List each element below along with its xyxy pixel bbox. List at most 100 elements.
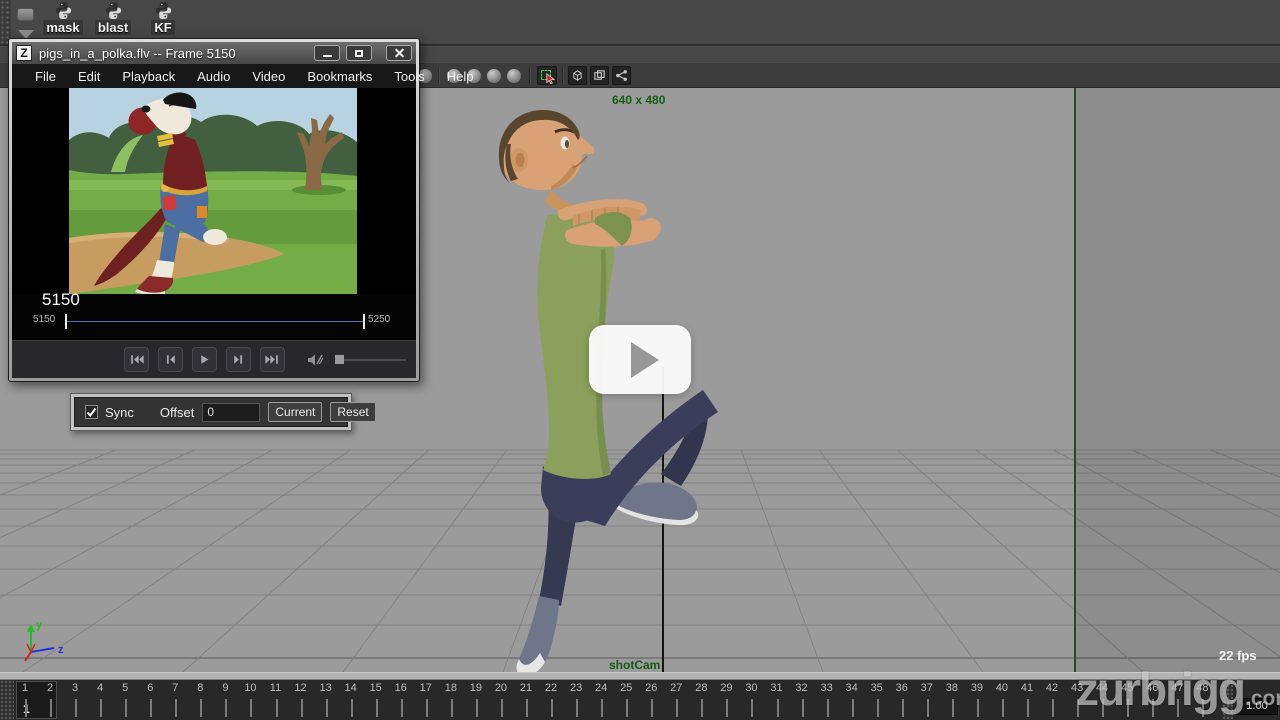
timeline-tick [977,699,979,717]
timeline-frame-number: 5 [112,682,138,694]
close-button[interactable] [386,45,412,61]
timeline-tick [1127,699,1129,717]
timeline-tick [476,699,478,717]
mute-speaker-icon[interactable] [307,353,323,367]
maximize-button[interactable] [346,45,372,61]
menu-item-help[interactable]: Help [436,69,485,84]
shelf-button-KF[interactable]: KF [142,1,184,35]
axis-y-label: y [36,619,43,631]
playback-speed-field[interactable]: 1.00 [1236,698,1278,715]
snap-surface-icon[interactable] [507,69,521,83]
timeline-frame-number: 47 [1164,682,1190,694]
shelf-button-blast[interactable]: blast [92,1,134,35]
timeline-frame-number: 41 [1014,682,1040,694]
timeline-frame-number: 45 [1114,682,1140,694]
maya-application: mask blast KF [0,0,1280,720]
timeline-frame-number: 27 [663,682,689,694]
play-button[interactable] [192,347,217,372]
player-titlebar[interactable]: Z pigs_in_a_polka.flv -- Frame 5150 [12,42,416,64]
resolution-gate-border [1074,88,1076,672]
timeline-tick [1102,699,1104,717]
player-frame-info: 5150 5150 5250 [12,294,416,340]
menu-item-edit[interactable]: Edit [67,69,111,84]
timeline-tick [877,699,879,717]
reset-button[interactable]: Reset [330,402,375,422]
maximize-icon [355,50,363,57]
timeline-tick [301,699,303,717]
current-button[interactable]: Current [268,402,322,422]
timeline-frame-number: 16 [388,682,414,694]
timeline-tick [376,699,378,717]
transport-buttons [124,347,285,372]
shelf-button-mask[interactable]: mask [42,1,84,35]
timeline-tick [1077,699,1079,717]
shelf-tab-button[interactable] [17,8,34,21]
timeline-tick [551,699,553,717]
sync-checkbox[interactable] [85,405,98,419]
timeline-frame-number: 7 [162,682,188,694]
timeline-frame-number: 28 [688,682,714,694]
python-icon [154,1,173,20]
timeline-frame-number: 6 [137,682,163,694]
timeline-tick [125,699,127,717]
timeline-frame-number: 17 [413,682,439,694]
snap-point-icon[interactable] [487,69,501,83]
volume-slider-track[interactable] [344,359,406,361]
player-menu-bar: FileEditPlaybackAudioVideoBookmarksTools… [12,64,416,88]
timeline-frame-number: 3 [62,682,88,694]
playback-timeline[interactable] [66,321,364,322]
timeline-frame-number: 25 [613,682,639,694]
timeline-frame-number: 46 [1139,682,1165,694]
timeline-frame-number: 32 [789,682,815,694]
playhead-marker[interactable] [65,314,67,329]
menu-item-playback[interactable]: Playback [111,69,186,84]
step-back-button[interactable] [158,347,183,372]
timeline-frame-number: 29 [713,682,739,694]
timeline-left-handle[interactable] [0,680,14,720]
timeline-frame-number: 35 [864,682,890,694]
step-forward-button[interactable] [226,347,251,372]
timeline-tick [827,699,829,717]
timeline-tick [852,699,854,717]
menu-item-tools[interactable]: Tools [383,69,435,84]
timeline-tick [25,699,27,717]
timeline-frame-number: 21 [513,682,539,694]
timeline-right-handle[interactable] [1222,680,1233,720]
share-icon[interactable] [612,66,631,85]
layers-icon[interactable] [590,66,609,85]
player-controls [12,340,416,378]
minimize-button[interactable] [314,45,340,61]
sync-label: Sync [105,405,134,420]
python-icon [104,1,123,20]
timeline-tick [701,699,703,717]
video-display[interactable] [12,88,416,294]
range-slider[interactable] [0,672,1280,680]
timeline-frame-number: 30 [738,682,764,694]
skip-to-start-button[interactable] [124,347,149,372]
timeline-frame-number: 34 [839,682,865,694]
timeline-frame-number: 31 [764,682,790,694]
timeline-frame-number: 37 [914,682,940,694]
timeline-frame-number: 36 [889,682,915,694]
menu-item-video[interactable]: Video [241,69,296,84]
timeline-frame-number: 20 [488,682,514,694]
menu-item-bookmarks[interactable]: Bookmarks [296,69,383,84]
shelf-button-label: mask [43,20,82,35]
cursor-arrow-icon [545,73,556,84]
timeline-tick [651,699,653,717]
selection-mask-icon[interactable] [537,66,557,85]
skip-to-end-button[interactable] [260,347,285,372]
toolbar-separator [529,67,531,84]
offset-input[interactable] [202,403,260,422]
player-window: Z pigs_in_a_polka.flv -- Frame 5150 File… [8,38,420,382]
menu-item-file[interactable]: File [24,69,67,84]
time-slider[interactable]: 1 12345678910111213141516171819202122232… [0,680,1280,720]
timeline-frame-number: 10 [237,682,263,694]
video-play-button[interactable] [589,325,691,394]
timeline-frame-number: 1 [12,682,38,694]
cube-icon[interactable] [568,66,587,85]
timeline-tick [601,699,603,717]
menu-item-audio[interactable]: Audio [186,69,241,84]
volume-slider-handle[interactable] [335,355,344,364]
sync-panel: Sync Offset Current Reset [70,393,352,431]
